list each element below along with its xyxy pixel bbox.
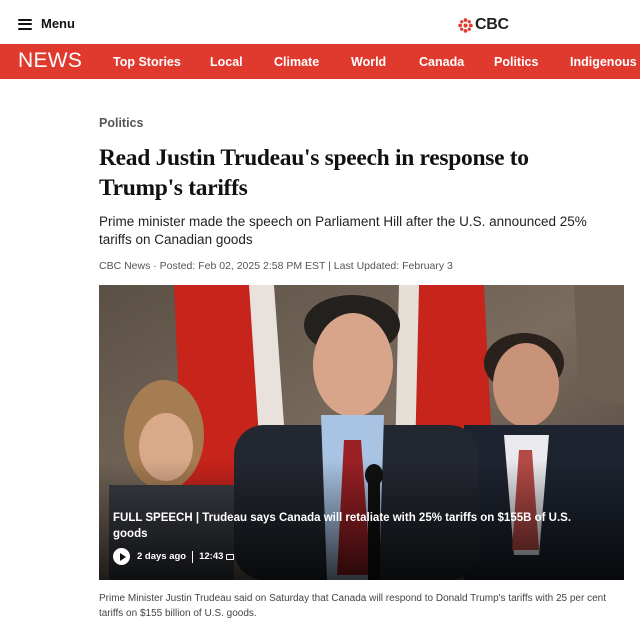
article-deck: Prime minister made the speech on Parlia…	[99, 214, 587, 247]
nav-item-top-stories[interactable]: Top Stories	[113, 55, 181, 69]
article-byline: CBC News · Posted: Feb 02, 2025 2:58 PM …	[99, 260, 453, 272]
video-duration: 12:43	[199, 551, 224, 562]
nav-item-canada[interactable]: Canada	[419, 55, 464, 69]
meta-divider	[192, 550, 194, 563]
closed-captions-icon	[226, 553, 235, 560]
photo-caption: Prime Minister Justin Trudeau said on Sa…	[99, 593, 606, 618]
cbc-logo-text: CBC	[475, 16, 509, 33]
play-icon	[119, 552, 126, 561]
section-nav: NEWS Top Stories Local Climate World Can…	[0, 44, 640, 79]
hero-video[interactable]: FULL SPEECH | Trudeau says Canada will r…	[99, 285, 624, 580]
video-title[interactable]: FULL SPEECH | Trudeau says Canada will r…	[113, 510, 603, 542]
cbc-gem-icon	[458, 17, 473, 33]
article-headline: Read Justin Trudeau's speech in response…	[99, 145, 529, 201]
nav-item-indigenous[interactable]: Indigenous	[570, 55, 637, 69]
top-header: Menu CBC	[0, 0, 640, 44]
video-meta: 2 days ago 12:43	[113, 548, 235, 565]
news-section-logo[interactable]: NEWS	[18, 50, 82, 72]
article-category-link[interactable]: Politics	[99, 116, 143, 130]
hamburger-icon	[18, 18, 32, 30]
menu-label: Menu	[41, 16, 75, 31]
video-age: 2 days ago	[137, 551, 187, 562]
cbc-logo[interactable]: CBC	[458, 17, 509, 33]
nav-item-politics[interactable]: Politics	[494, 55, 538, 69]
nav-item-climate[interactable]: Climate	[274, 55, 319, 69]
play-button[interactable]	[113, 548, 130, 565]
nav-item-world[interactable]: World	[351, 55, 386, 69]
nav-item-local[interactable]: Local	[210, 55, 243, 69]
menu-button[interactable]: Menu	[18, 17, 75, 31]
